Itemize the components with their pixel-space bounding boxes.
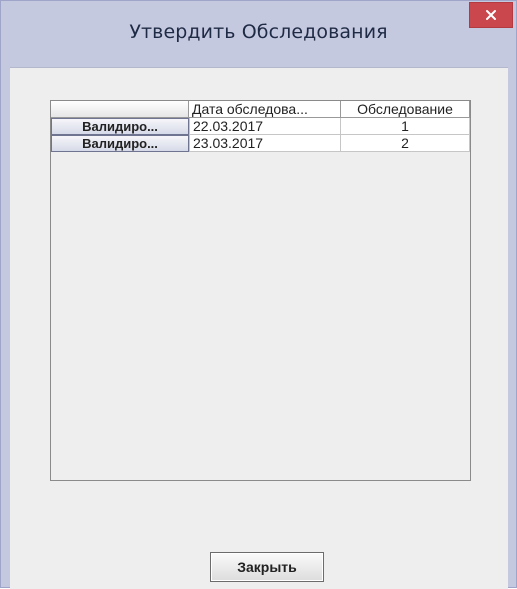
table-cell-date[interactable]: 22.03.2017 — [189, 118, 341, 135]
window-close-button[interactable] — [469, 2, 513, 28]
window-title: Утвердить Обследования — [129, 21, 388, 43]
column-header-examination[interactable]: Обследование — [341, 101, 470, 118]
validate-button[interactable]: Валидиро... — [51, 135, 189, 152]
table-cell-action: Валидиро... — [51, 135, 189, 152]
table-row[interactable]: Валидиро... 22.03.2017 1 — [51, 118, 470, 135]
column-header-date[interactable]: Дата обследова... — [189, 101, 341, 118]
validate-button[interactable]: Валидиро... — [51, 118, 189, 135]
close-button[interactable]: Закрыть — [210, 552, 324, 582]
table-row[interactable]: Валидиро... 23.03.2017 2 — [51, 135, 470, 152]
dialog-window: Утвердить Обследования Дата обследова...… — [0, 0, 517, 589]
table-cell-examination[interactable]: 2 — [341, 135, 470, 152]
title-bar[interactable]: Утвердить Обследования — [1, 1, 516, 67]
table-cell-date[interactable]: 23.03.2017 — [189, 135, 341, 152]
close-icon — [486, 10, 496, 20]
table-header: Дата обследова... Обследование — [51, 101, 470, 118]
table-cell-examination[interactable]: 1 — [341, 118, 470, 135]
examinations-table: Дата обследова... Обследование Валидиро.… — [50, 100, 471, 481]
dialog-content: Дата обследова... Обследование Валидиро.… — [10, 67, 508, 589]
table-cell-action: Валидиро... — [51, 118, 189, 135]
column-header-action[interactable] — [51, 101, 189, 118]
